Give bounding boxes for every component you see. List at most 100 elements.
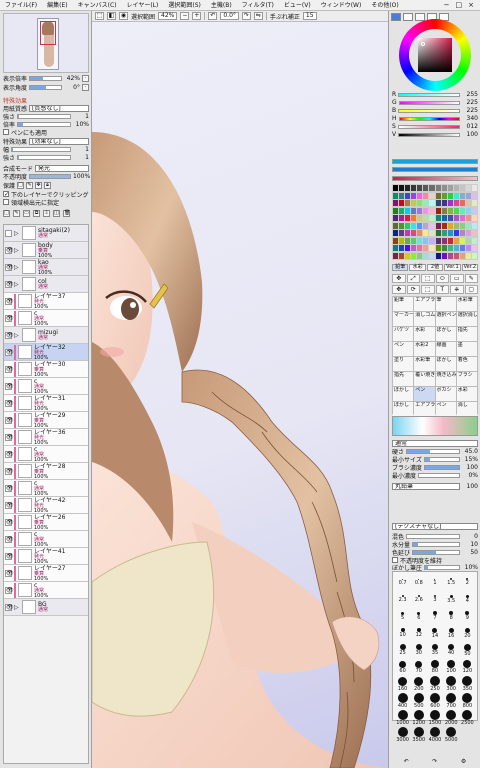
palette-swatch[interactable] [441,207,447,214]
palette-swatch[interactable] [429,237,435,244]
new-layer-icon[interactable]: □ [3,209,10,217]
brush-tool[interactable]: 墨 [456,342,477,356]
palette-swatch[interactable] [405,252,411,259]
brush-size-cell[interactable]: 400 [395,693,410,709]
brush-tool[interactable]: 筆 [435,297,456,311]
brush-tool[interactable]: ぼかし [435,327,456,341]
color-channel-slider[interactable] [398,132,460,137]
palette-swatch[interactable] [459,207,465,214]
brush-size-cell[interactable]: 160 [395,676,410,692]
palette-swatch[interactable] [417,185,423,191]
palette-swatch[interactable] [441,222,447,229]
palette-swatch[interactable] [417,207,423,214]
menu-view[interactable]: ビュー(V) [279,0,316,11]
palette-swatch[interactable] [417,245,423,251]
palette-swatch[interactable] [399,252,405,259]
visibility-icon[interactable]: 👁︎ [5,365,14,373]
palette-swatch[interactable] [459,222,465,229]
brush-blend-select[interactable]: 通常 [392,439,478,447]
palette-swatch[interactable] [399,215,405,221]
brush-tool[interactable]: ペン [414,387,435,401]
layer-row[interactable]: 👁︎ c 通常 100% [4,378,88,395]
menu-selection[interactable]: 選択範囲(S) [163,0,206,11]
undo-icon[interactable]: ↶ [404,758,409,766]
brush-size-cell[interactable]: 12 [411,625,426,641]
brush-size-cell[interactable]: 60 [395,659,410,675]
sv-cursor[interactable] [421,42,425,46]
tool-icon[interactable]: ⤢ [406,274,420,283]
palette-swatch[interactable] [435,230,441,236]
palette-swatch[interactable] [435,200,441,206]
brush-tool[interactable]: ボカシ [435,387,456,401]
brush-tool[interactable]: エアブラシ [414,297,435,311]
brush-tool[interactable]: 水彩 [414,327,435,341]
palette-swatch[interactable] [423,252,429,259]
protect-move-icon[interactable]: ✥ [35,181,43,189]
palette-swatch[interactable] [423,200,429,206]
protect-lock-icon[interactable]: 🔒︎ [44,181,52,189]
palette-swatch[interactable] [453,185,459,191]
palette-swatch[interactable] [393,192,399,199]
palette-swatch[interactable] [423,222,429,229]
palette-swatch[interactable] [447,207,453,214]
brush-tool[interactable]: 水彩 [456,387,477,401]
palette-swatch[interactable] [453,230,459,236]
brush-size-cell[interactable]: 50 [460,642,475,658]
palette-swatch[interactable] [417,200,423,206]
brush-size-cell[interactable]: 1.5 [444,574,459,590]
visibility-icon[interactable]: 👁︎ [5,280,14,288]
folder-toggle-icon[interactable]: ▷ [14,332,20,339]
palette-swatch[interactable] [465,237,471,244]
palette-swatch[interactable] [405,185,411,191]
brush-size-cell[interactable]: 3.5 [444,591,459,607]
effect-strength-slider[interactable] [17,154,71,160]
palette-swatch[interactable] [459,185,465,191]
palette-swatch[interactable] [393,245,399,251]
brush-tool[interactable]: ペン [393,342,414,356]
persist-slider[interactable] [412,549,460,555]
brush-size-cell[interactable]: 1200 [411,710,426,726]
palette-swatch[interactable] [399,207,405,214]
palette-swatch[interactable] [399,192,405,199]
palette-swatch[interactable] [465,192,471,199]
layer-row[interactable]: 👁︎ レイヤー27 乗算 100% [4,565,88,582]
deselect-icon[interactable]: ⬚ [95,12,104,20]
brush-tool[interactable]: 選択ペン [435,312,456,326]
layer-row[interactable]: 👁︎ レイヤー42 発光 100% [4,497,88,514]
brush-size-cell[interactable]: 3 [427,591,442,607]
palette-swatch[interactable] [435,222,441,229]
palette-swatch[interactable] [447,252,453,259]
brush-size-cell[interactable]: 20 [460,625,475,641]
visibility-icon[interactable]: 👁︎ [5,246,14,254]
palette-swatch[interactable] [405,245,411,251]
menu-edit[interactable]: 編集(E) [42,0,72,11]
folder-toggle-icon[interactable]: ▷ [14,604,20,611]
palette-swatch[interactable] [399,245,405,251]
palette-swatch[interactable] [441,192,447,199]
palette-swatch[interactable] [465,222,471,229]
palette-swatch[interactable] [423,192,429,199]
brush-tool[interactable]: ぼかし [435,357,456,371]
protect-pixels-icon[interactable]: □ [17,181,25,189]
brush-tool[interactable]: マーカー [393,312,414,326]
nav-angle-reset-button[interactable]: · [82,83,89,91]
palette-swatch[interactable] [447,230,453,236]
visibility-icon[interactable]: 👁︎ [5,518,14,526]
tool-icon[interactable]: ⬚ [421,284,435,294]
palette-swatch[interactable] [405,215,411,221]
palette-swatch[interactable] [465,185,471,191]
tool-icon[interactable]: ✥ [392,274,406,283]
palette-swatch[interactable] [465,252,471,259]
visibility-icon[interactable]: 👁︎ [5,450,14,458]
visibility-icon[interactable]: 👁︎ [5,263,14,271]
palette-swatch[interactable] [429,252,435,259]
brush-size-cell[interactable]: 800 [460,693,475,709]
palette-swatch[interactable] [405,192,411,199]
brush-size-cell[interactable]: 2000 [444,710,459,726]
palette-swatch[interactable] [429,222,435,229]
visibility-icon[interactable]: 👁︎ [5,433,14,441]
palette-swatch[interactable] [447,192,453,199]
palette-swatch[interactable] [453,252,459,259]
brush-tool[interactable]: 消し [456,402,477,416]
tool-icon[interactable]: ⬚ [421,274,435,283]
